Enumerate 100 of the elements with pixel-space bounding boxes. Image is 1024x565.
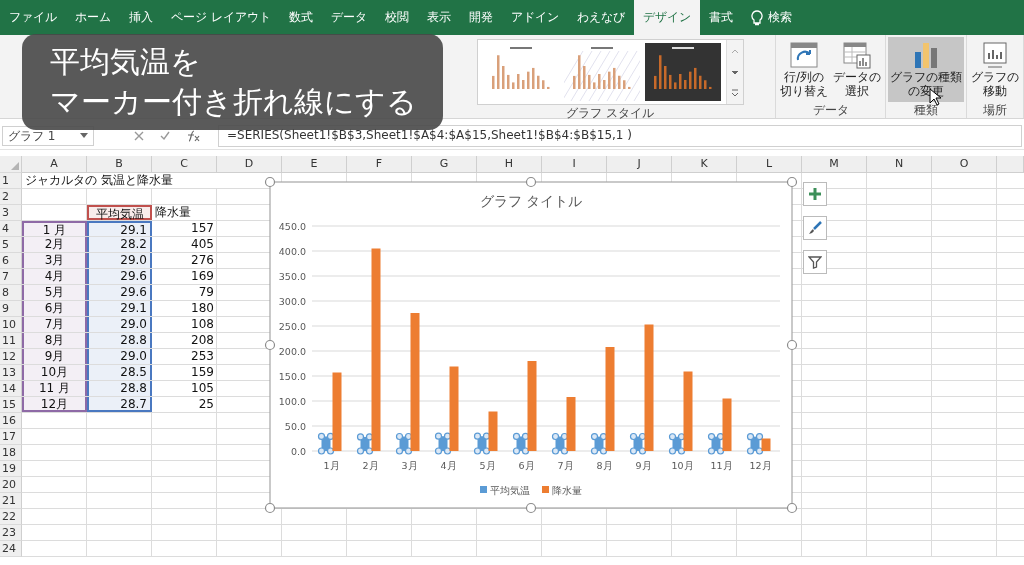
- ribbon-tab[interactable]: ページ レイアウト: [162, 0, 280, 35]
- selection-handles[interactable]: [707, 433, 725, 455]
- table-cell[interactable]: 8月: [22, 333, 87, 348]
- row-header[interactable]: 17: [0, 429, 22, 445]
- resize-handle[interactable]: [264, 502, 276, 514]
- resize-handle[interactable]: [264, 339, 276, 351]
- table-cell[interactable]: 28.2: [87, 237, 152, 252]
- table-cell[interactable]: 276: [152, 253, 217, 268]
- selection-handles[interactable]: [434, 432, 452, 455]
- table-cell[interactable]: 3月: [22, 253, 87, 268]
- row-header[interactable]: 22: [0, 509, 22, 525]
- table-cell[interactable]: 180: [152, 301, 217, 316]
- row-header[interactable]: 7: [0, 269, 22, 285]
- bar[interactable]: [566, 397, 576, 451]
- function-icon[interactable]: [186, 130, 200, 142]
- row-header[interactable]: 15: [0, 397, 22, 413]
- column-header[interactable]: I: [542, 156, 607, 173]
- bar[interactable]: [722, 398, 732, 451]
- enter-icon[interactable]: [160, 131, 170, 141]
- ribbon-tab[interactable]: 数式: [279, 0, 322, 35]
- selection-handles[interactable]: [590, 433, 608, 455]
- row-header[interactable]: 18: [0, 445, 22, 461]
- column-header[interactable]: E: [282, 156, 347, 173]
- table-cell[interactable]: 29.0: [87, 317, 152, 332]
- row-header[interactable]: 24: [0, 541, 22, 557]
- table-cell[interactable]: 253: [152, 349, 217, 364]
- table-cell[interactable]: 28.7: [87, 397, 152, 412]
- row-header[interactable]: 12: [0, 349, 22, 365]
- table-cell[interactable]: 29.1: [87, 301, 152, 316]
- bar[interactable]: [449, 366, 459, 451]
- resize-handle[interactable]: [264, 176, 276, 188]
- table-cell[interactable]: 平均気温: [87, 205, 152, 220]
- table-cell[interactable]: 159: [152, 365, 217, 380]
- row-header[interactable]: 1: [0, 173, 22, 189]
- search-tab[interactable]: 検索: [741, 0, 801, 35]
- row-header[interactable]: 3: [0, 205, 22, 221]
- ribbon-tab[interactable]: わえなび: [567, 0, 634, 35]
- table-cell[interactable]: 28.8: [87, 381, 152, 396]
- cancel-icon[interactable]: [134, 131, 144, 141]
- column-header[interactable]: N: [867, 156, 932, 173]
- select-all-button[interactable]: [0, 156, 22, 173]
- table-cell[interactable]: 29.1: [87, 221, 152, 236]
- row-header[interactable]: 10: [0, 317, 22, 333]
- table-cell[interactable]: 5月: [22, 285, 87, 300]
- ribbon-tab[interactable]: ファイル: [0, 0, 66, 35]
- ribbon-tab[interactable]: 校閲: [375, 0, 418, 35]
- table-cell[interactable]: 降水量: [152, 205, 217, 220]
- table-cell[interactable]: 29.0: [87, 349, 152, 364]
- row-header[interactable]: 5: [0, 237, 22, 253]
- selection-handles[interactable]: [551, 432, 569, 455]
- ribbon-tab[interactable]: 挿入: [120, 0, 162, 35]
- chart-filters-button[interactable]: [803, 250, 827, 274]
- column-header[interactable]: H: [477, 156, 542, 173]
- chart-styles-button[interactable]: [803, 216, 827, 240]
- selection-handles[interactable]: [473, 432, 491, 455]
- column-header[interactable]: M: [802, 156, 867, 173]
- selection-handles[interactable]: [746, 433, 764, 455]
- ribbon-button[interactable]: データの 選択: [831, 37, 883, 102]
- ribbon-tab[interactable]: 書式: [699, 0, 742, 35]
- bar[interactable]: [683, 371, 693, 451]
- column-header[interactable]: D: [217, 156, 282, 173]
- table-cell[interactable]: 105: [152, 381, 217, 396]
- resize-handle[interactable]: [786, 339, 798, 351]
- row-header[interactable]: 4: [0, 221, 22, 237]
- bar[interactable]: [488, 411, 498, 451]
- table-cell[interactable]: 79: [152, 285, 217, 300]
- row-header[interactable]: 11: [0, 333, 22, 349]
- table-cell[interactable]: 7月: [22, 317, 87, 332]
- ribbon-button[interactable]: 行/列の 切り替え: [778, 37, 830, 102]
- row-header[interactable]: 20: [0, 477, 22, 493]
- ribbon-tab[interactable]: デザイン: [633, 0, 700, 35]
- table-cell[interactable]: 6月: [22, 301, 87, 316]
- column-header[interactable]: L: [737, 156, 802, 173]
- bar[interactable]: [605, 347, 615, 451]
- ribbon-tab[interactable]: 開発: [459, 0, 502, 35]
- table-cell[interactable]: 157: [152, 221, 217, 236]
- selection-handles[interactable]: [629, 432, 647, 455]
- row-header[interactable]: 16: [0, 413, 22, 429]
- bar[interactable]: [644, 324, 654, 451]
- row-header[interactable]: 21: [0, 493, 22, 509]
- bar[interactable]: [371, 248, 381, 451]
- selection-handles[interactable]: [317, 432, 335, 455]
- resize-handle[interactable]: [525, 176, 537, 188]
- row-header[interactable]: 2: [0, 189, 22, 205]
- table-cell[interactable]: 4月: [22, 269, 87, 284]
- ribbon-button[interactable]: グラフの 移動: [969, 37, 1021, 102]
- ribbon-tab[interactable]: ホーム: [66, 0, 120, 35]
- bar[interactable]: [332, 372, 342, 451]
- row-header[interactable]: 6: [0, 253, 22, 269]
- selection-handles[interactable]: [395, 432, 413, 455]
- table-cell[interactable]: 1 月: [22, 221, 87, 236]
- table-cell[interactable]: 28.8: [87, 333, 152, 348]
- table-cell[interactable]: 169: [152, 269, 217, 284]
- column-header[interactable]: K: [672, 156, 737, 173]
- selection-handles[interactable]: [512, 432, 530, 455]
- table-cell[interactable]: 11 月: [22, 381, 87, 396]
- table-cell[interactable]: 208: [152, 333, 217, 348]
- column-header[interactable]: B: [87, 156, 152, 173]
- resize-handle[interactable]: [786, 176, 798, 188]
- row-header[interactable]: 14: [0, 381, 22, 397]
